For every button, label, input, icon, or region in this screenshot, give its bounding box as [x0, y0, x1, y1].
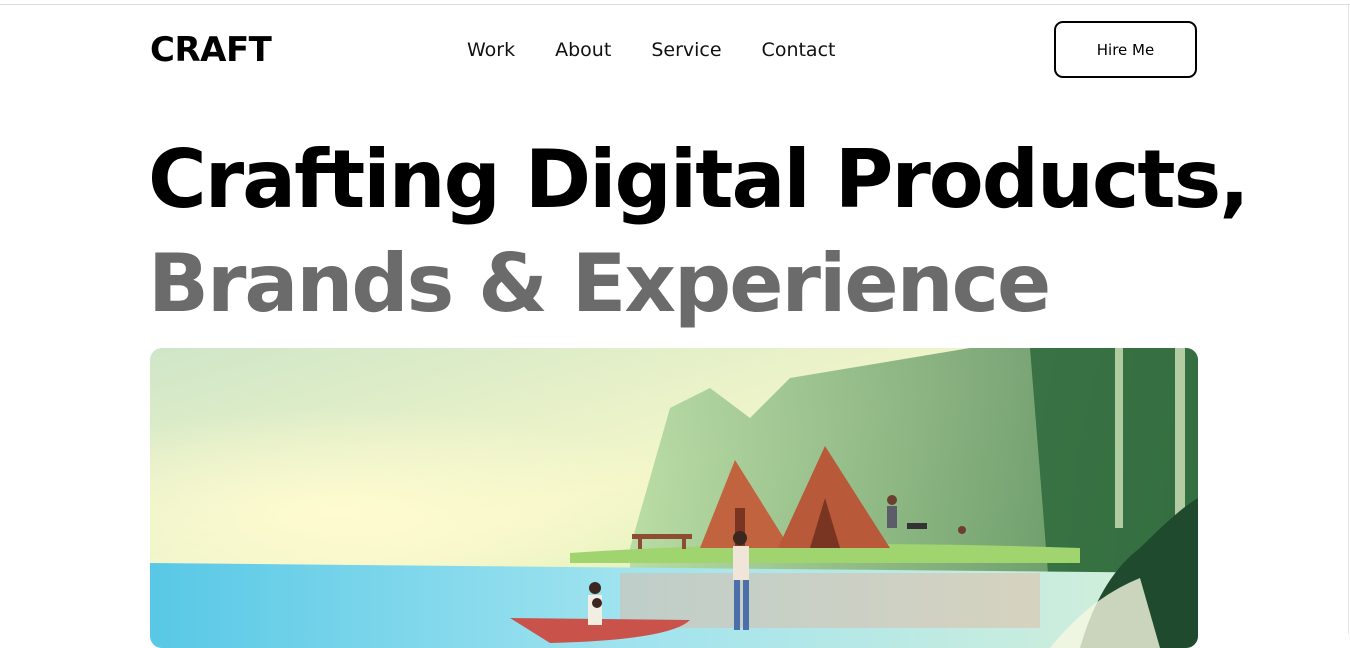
main-nav: Work About Service Contact: [467, 36, 835, 64]
nav-link-contact[interactable]: Contact: [762, 36, 836, 64]
right-scroll-edge: [1348, 4, 1349, 634]
hero-headline: Crafting Digital Products, Brands & Expe…: [148, 128, 1250, 336]
headline-line-2: Brands & Experience: [148, 237, 1051, 330]
hire-me-button[interactable]: Hire Me: [1054, 21, 1197, 78]
nav-link-about[interactable]: About: [555, 36, 611, 64]
top-border: [0, 4, 1350, 5]
nav-link-work[interactable]: Work: [467, 36, 515, 64]
hero-image: [150, 348, 1198, 648]
headline-line-1: Crafting Digital Products,: [148, 133, 1250, 226]
nav-link-service[interactable]: Service: [651, 36, 721, 64]
site-logo[interactable]: CRAFT: [150, 30, 272, 70]
